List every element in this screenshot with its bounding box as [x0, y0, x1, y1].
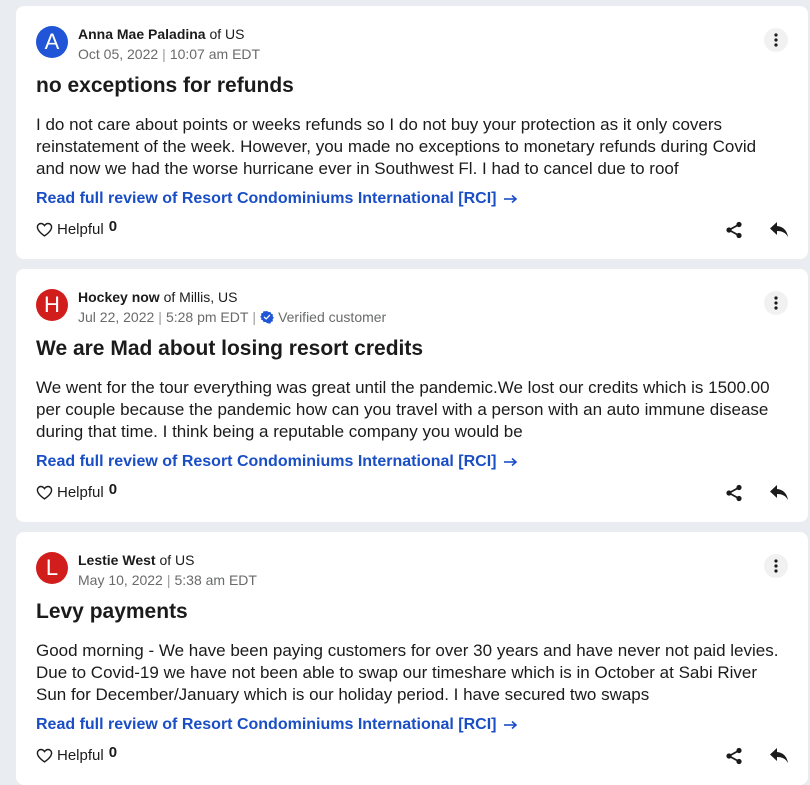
review-meta: May 10, 2022 | 5:38 am EDT — [78, 572, 257, 588]
heart-outline-icon — [36, 222, 53, 237]
review-card: A Anna Mae Paladina of US Oct 05, 2022 |… — [16, 6, 808, 259]
reply-icon — [770, 748, 788, 763]
share-button[interactable] — [724, 219, 744, 241]
more-options-button[interactable] — [764, 554, 788, 578]
reviewer-location: of Millis, US — [163, 289, 238, 305]
arrow-right-icon — [504, 194, 518, 204]
more-options-button[interactable] — [764, 28, 788, 52]
review-title[interactable]: We are Mad about losing resort credits — [36, 337, 423, 361]
helpful-button[interactable]: Helpful 0 — [36, 744, 118, 767]
reply-button[interactable] — [768, 745, 790, 767]
review-time: 10:07 am EDT — [169, 46, 261, 62]
reviewer-avatar[interactable]: A — [36, 26, 68, 58]
reviewer-avatar[interactable]: L — [36, 552, 68, 584]
reviewer-line: Hockey now of Millis, US — [78, 289, 238, 305]
review-card: L Lestie West of US May 10, 2022 | 5:38 … — [16, 532, 808, 785]
heart-outline-icon — [36, 485, 53, 500]
review-time: 5:38 am EDT — [174, 572, 257, 588]
review-body: We went for the tour everything was grea… — [36, 378, 770, 441]
meta-divider: | — [252, 309, 257, 325]
more-vertical-icon — [774, 559, 778, 573]
read-full-review-label: Read full review of Resort Condominiums … — [36, 453, 497, 470]
share-button[interactable] — [724, 745, 744, 767]
review-date: Jul 22, 2022 — [78, 309, 155, 325]
arrow-right-icon — [504, 457, 518, 467]
read-full-review-label: Read full review of Resort Condominiums … — [36, 190, 497, 207]
share-icon — [726, 221, 742, 239]
helpful-count: 0 — [108, 481, 118, 498]
heart-outline-icon — [36, 748, 53, 763]
read-full-review-link[interactable]: Read full review of Resort Condominiums … — [36, 190, 518, 208]
review-date: May 10, 2022 — [78, 572, 163, 588]
review-meta: Oct 05, 2022 | 10:07 am EDT — [78, 46, 260, 62]
reviewer-location: of US — [159, 552, 195, 568]
verified-badge: | Verified customer — [248, 309, 386, 325]
helpful-button[interactable]: Helpful 0 — [36, 481, 118, 504]
review-body: Good morning - We have been paying custo… — [36, 641, 779, 704]
reviewer-line: Lestie West of US — [78, 552, 194, 568]
more-vertical-icon — [774, 296, 778, 310]
helpful-label: Helpful — [57, 221, 104, 238]
meta-divider: | — [162, 46, 166, 62]
meta-divider: | — [166, 572, 171, 588]
review-date: Oct 05, 2022 — [78, 46, 159, 62]
helpful-count: 0 — [108, 744, 118, 761]
review-body: I do not care about points or weeks refu… — [36, 115, 757, 178]
reviewer-name[interactable]: Anna Mae Paladina — [78, 26, 206, 42]
reply-icon — [770, 485, 788, 500]
helpful-count: 0 — [108, 218, 118, 235]
more-options-button[interactable] — [764, 291, 788, 315]
verified-label: Verified customer — [278, 309, 387, 325]
reviewer-name[interactable]: Hockey now — [78, 289, 160, 305]
reply-button[interactable] — [768, 219, 790, 241]
review-title[interactable]: Levy payments — [36, 600, 188, 624]
reply-icon — [770, 222, 788, 237]
read-full-review-label: Read full review of Resort Condominiums … — [36, 716, 497, 733]
helpful-button[interactable]: Helpful 0 — [36, 218, 118, 241]
reviewer-name[interactable]: Lestie West — [78, 552, 156, 568]
review-meta: Jul 22, 2022 | 5:28 pm EDT | Verified cu… — [78, 309, 386, 325]
meta-divider: | — [158, 309, 162, 325]
more-vertical-icon — [774, 33, 778, 47]
read-full-review-link[interactable]: Read full review of Resort Condominiums … — [36, 716, 518, 734]
read-full-review-link[interactable]: Read full review of Resort Condominiums … — [36, 453, 518, 471]
reply-button[interactable] — [768, 482, 790, 504]
helpful-label: Helpful — [57, 747, 104, 764]
review-time: 5:28 pm EDT — [165, 309, 249, 325]
share-button[interactable] — [724, 482, 744, 504]
share-icon — [726, 484, 742, 502]
review-card: H Hockey now of Millis, US Jul 22, 2022 … — [16, 269, 808, 522]
reviewer-avatar[interactable]: H — [36, 289, 68, 321]
review-title[interactable]: no exceptions for refunds — [36, 74, 294, 98]
share-icon — [726, 747, 742, 765]
arrow-right-icon — [504, 720, 518, 730]
verified-check-icon — [260, 310, 274, 324]
helpful-label: Helpful — [57, 484, 104, 501]
reviewer-line: Anna Mae Paladina of US — [78, 26, 245, 42]
reviewer-location: of US — [209, 26, 245, 42]
